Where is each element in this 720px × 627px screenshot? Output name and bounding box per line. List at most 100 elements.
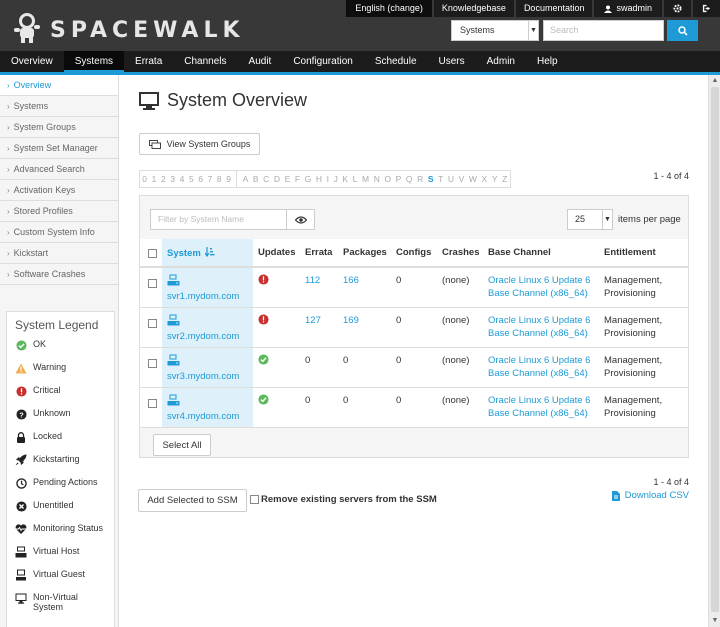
base-channel-link[interactable]: Oracle Linux 6 Update 6 Base Channel (x86… <box>488 275 590 299</box>
sidebar-item-system-groups[interactable]: › System Groups <box>0 117 118 138</box>
language-link[interactable]: English (change) <box>346 0 432 17</box>
search-scope-select[interactable]: Systems ▼ <box>451 20 539 41</box>
system-name-link[interactable]: svr4.mydom.com <box>167 411 239 422</box>
unentitled-icon <box>15 500 27 512</box>
sidebar-item-label: Systems <box>13 101 49 111</box>
download-csv-link[interactable]: Download CSV <box>611 490 689 501</box>
filter-by-system-input[interactable]: Filter by System Name <box>150 209 287 230</box>
spacewalk-logo[interactable]: SPACEWALK <box>10 10 240 46</box>
ok-icon <box>15 339 27 351</box>
errata-count[interactable]: 112 <box>305 275 320 286</box>
documentation-link[interactable]: Documentation <box>515 0 593 17</box>
select-all-button[interactable]: Select All <box>153 434 211 456</box>
legend-title: System Legend <box>15 318 99 332</box>
system-name-link[interactable]: svr3.mydom.com <box>167 371 239 382</box>
row-checkbox[interactable] <box>148 318 157 328</box>
search-input[interactable]: Search <box>543 20 664 41</box>
alphabet-letter-7: 7 <box>207 174 213 184</box>
sidebar-item-stored-profiles[interactable]: › Stored Profiles <box>0 201 118 222</box>
sidebar-item-advanced-search[interactable]: › Advanced Search <box>0 159 118 180</box>
legend-item-unknown: ? Unknown <box>15 408 106 431</box>
column-header-crashes[interactable]: Crashes <box>437 239 483 268</box>
select-all-checkbox[interactable] <box>148 249 157 258</box>
scroll-down-arrow[interactable]: ▼ <box>709 615 720 627</box>
chevron-right-icon: › <box>7 270 10 279</box>
add-selected-to-ssm-button[interactable]: Add Selected to SSM <box>138 489 247 512</box>
nav-tab-admin[interactable]: Admin <box>476 51 526 72</box>
unknown-icon: ? <box>15 408 27 420</box>
items-per-page-select[interactable]: 25 ▼ <box>567 209 613 230</box>
sidebar-item-custom-system-info[interactable]: › Custom System Info <box>0 222 118 243</box>
alphabet-letter-e: E <box>284 174 291 184</box>
base-channel-link[interactable]: Oracle Linux 6 Update 6 Base Channel (x86… <box>488 315 590 339</box>
nav-tab-configuration[interactable]: Configuration <box>282 51 363 72</box>
base-channel-cell: Oracle Linux 6 Update 6 Base Channel (x86… <box>483 267 599 308</box>
system-name-link[interactable]: svr1.mydom.com <box>167 291 239 302</box>
sidebar-item-activation-keys[interactable]: › Activation Keys <box>0 180 118 201</box>
virtual-guest-icon <box>15 569 27 581</box>
packages-count[interactable]: 166 <box>343 275 359 286</box>
nav-tab-errata[interactable]: Errata <box>124 51 173 72</box>
updates-cell <box>253 347 300 388</box>
row-checkbox[interactable] <box>148 398 157 408</box>
errata-count[interactable]: 127 <box>305 315 321 326</box>
errata-cell: 0 <box>300 387 338 428</box>
remove-existing-ssm-label: Remove existing servers from the SSM <box>261 494 437 505</box>
page-title: System Overview <box>167 90 308 110</box>
column-header-errata[interactable]: Errata <box>300 239 338 268</box>
sidebar-item-systems[interactable]: › Systems <box>0 96 118 117</box>
knowledgebase-link[interactable]: Knowledgebase <box>433 0 514 17</box>
logout-button[interactable] <box>693 0 720 17</box>
view-system-groups-button[interactable]: View System Groups <box>139 133 260 155</box>
alphabet-letter-y: Y <box>491 174 498 184</box>
sidebar-item-label: System Groups <box>13 122 76 132</box>
sidebar-item-label: Custom System Info <box>13 227 95 237</box>
alphabet-letter-g: G <box>304 174 312 184</box>
remove-existing-ssm-checkbox[interactable] <box>250 495 259 504</box>
preferences-button[interactable] <box>664 0 691 17</box>
alphabet-divider <box>236 171 238 187</box>
sidebar-item-kickstart[interactable]: › Kickstart <box>0 243 118 264</box>
alphabet-letter-s[interactable]: S <box>426 171 436 187</box>
filter-apply-button[interactable] <box>286 209 315 230</box>
column-header-configs[interactable]: Configs <box>391 239 437 268</box>
errata-cell: 0 <box>300 347 338 388</box>
view-system-groups-label: View System Groups <box>166 139 251 149</box>
scrollbar-thumb[interactable] <box>711 87 719 612</box>
nav-tab-help[interactable]: Help <box>526 51 569 72</box>
crashes-cell: (none) <box>437 387 483 428</box>
page-scrollbar[interactable]: ▲ ▼ <box>708 75 720 627</box>
nav-tab-audit[interactable]: Audit <box>238 51 283 72</box>
nav-tab-overview[interactable]: Overview <box>0 51 64 72</box>
sidebar-item-overview[interactable]: › Overview <box>0 75 118 96</box>
column-header-packages[interactable]: Packages <box>338 239 391 268</box>
scroll-up-arrow[interactable]: ▲ <box>709 75 720 87</box>
search-button[interactable] <box>667 20 698 41</box>
base-channel-link[interactable]: Oracle Linux 6 Update 6 Base Channel (x86… <box>488 395 590 419</box>
legend-item-monitoring-status: Monitoring Status <box>15 523 106 546</box>
alphabet-letter-6: 6 <box>198 174 203 184</box>
entitlement-cell: Management, Provisioning <box>599 387 688 428</box>
top-utility-bar: English (change) Knowledgebase Documenta… <box>344 0 720 17</box>
crashes-cell: (none) <box>437 307 483 348</box>
column-header-base-channel[interactable]: Base Channel <box>483 239 599 268</box>
alphabet-letter-a: A <box>242 174 249 184</box>
user-menu[interactable]: swadmin <box>594 0 662 17</box>
sidebar-item-system-set-manager[interactable]: › System Set Manager <box>0 138 118 159</box>
updates-cell <box>253 307 300 348</box>
nav-tab-users[interactable]: Users <box>428 51 476 72</box>
legend-item-pending-actions: Pending Actions <box>15 477 106 500</box>
column-header-system[interactable]: System <box>162 239 253 268</box>
row-checkbox[interactable] <box>148 358 157 368</box>
system-name-link[interactable]: svr2.mydom.com <box>167 331 239 342</box>
nav-tab-channels[interactable]: Channels <box>173 51 237 72</box>
base-channel-link[interactable]: Oracle Linux 6 Update 6 Base Channel (x86… <box>488 355 590 379</box>
legend-item-label: Pending Actions <box>33 477 98 487</box>
packages-count[interactable]: 169 <box>343 315 359 326</box>
nav-tab-schedule[interactable]: Schedule <box>364 51 428 72</box>
legend-item-warning: Warning <box>15 362 106 385</box>
sidebar-item-software-crashes[interactable]: › Software Crashes <box>0 264 118 285</box>
row-checkbox[interactable] <box>148 279 157 288</box>
non-virtual-icon <box>15 592 27 604</box>
nav-tab-systems[interactable]: Systems <box>63 51 125 72</box>
